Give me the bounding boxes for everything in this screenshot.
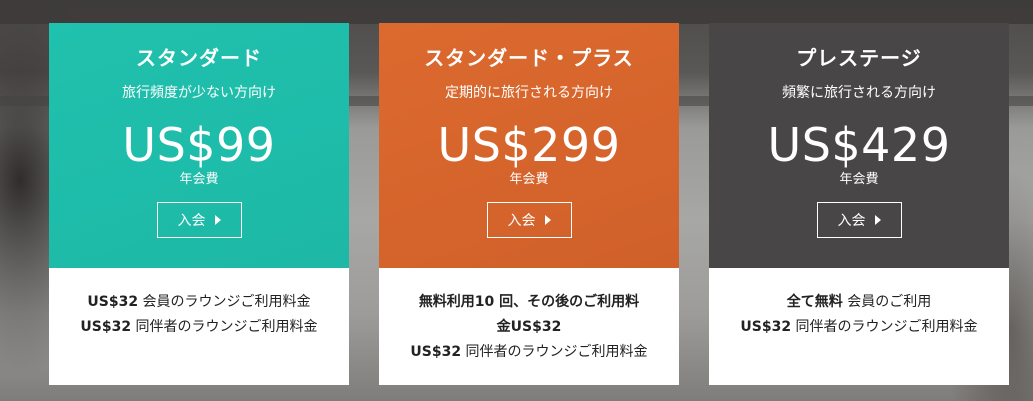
- benefit-line: 全て無料 会員のご利用: [787, 290, 931, 315]
- plan-title: プレステージ: [796, 46, 922, 70]
- plan-price: US$429: [767, 118, 951, 172]
- caret-right-icon: [874, 215, 881, 225]
- plan-card-standard-plus: スタンダード・プラス 定期的に旅行される方向け US$299 年会費 入会 無料…: [379, 23, 679, 385]
- plan-title: スタンダード・プラス: [424, 46, 634, 70]
- caret-right-icon: [214, 215, 221, 225]
- plan-benefits: 全て無料 会員のご利用 US$32 同伴者のラウンジご利用料金: [709, 268, 1009, 385]
- benefit-text: 会員のご利用: [842, 294, 932, 310]
- join-button[interactable]: 入会: [486, 202, 572, 238]
- benefit-text: 同伴者のラウンジご利用料金: [131, 319, 318, 335]
- plan-title: スタンダード: [136, 46, 262, 70]
- benefit-emphasis: US$32: [80, 319, 132, 335]
- plan-header: プレステージ 頻繁に旅行される方向け US$429 年会費 入会: [709, 23, 1009, 268]
- plan-subtitle: 旅行頻度が少ない方向け: [122, 85, 276, 101]
- plan-card-prestige: プレステージ 頻繁に旅行される方向け US$429 年会費 入会 全て無料 会員…: [709, 23, 1009, 385]
- benefit-text: 同伴者のラウンジご利用料金: [461, 344, 648, 360]
- benefit-emphasis: US$32: [410, 344, 462, 360]
- benefit-emphasis: 無料利用10 回、その後のご利用料: [418, 294, 640, 310]
- plan-price: US$299: [437, 118, 621, 172]
- plan-header: スタンダード 旅行頻度が少ない方向け US$99 年会費 入会: [49, 23, 349, 268]
- plan-benefits: US$32 会員のラウンジご利用料金 US$32 同伴者のラウンジご利用料金: [49, 268, 349, 385]
- benefit-emphasis: 金US$32: [496, 319, 562, 335]
- benefit-emphasis: US$32: [740, 319, 792, 335]
- plan-header: スタンダード・プラス 定期的に旅行される方向け US$299 年会費 入会: [379, 23, 679, 268]
- plan-subtitle: 定期的に旅行される方向け: [445, 85, 613, 101]
- plan-fee-label: 年会費: [839, 172, 879, 187]
- benefit-line: US$32 同伴者のラウンジご利用料金: [740, 315, 977, 340]
- join-button[interactable]: 入会: [156, 202, 242, 238]
- membership-plans: スタンダード 旅行頻度が少ない方向け US$99 年会費 入会 US$32 会員…: [0, 0, 1033, 401]
- benefit-text: 同伴者のラウンジご利用料金: [791, 319, 978, 335]
- join-button-label: 入会: [177, 213, 206, 229]
- benefit-line: US$32 同伴者のラウンジご利用料金: [80, 315, 317, 340]
- benefit-line: 金US$32: [497, 315, 562, 340]
- plan-fee-label: 年会費: [179, 172, 219, 187]
- benefit-emphasis: US$32: [87, 294, 139, 310]
- join-button-label: 入会: [837, 213, 866, 229]
- benefit-line: US$32 同伴者のラウンジご利用料金: [410, 340, 647, 365]
- plan-card-standard: スタンダード 旅行頻度が少ない方向け US$99 年会費 入会 US$32 会員…: [49, 23, 349, 385]
- caret-right-icon: [544, 215, 551, 225]
- join-button[interactable]: 入会: [816, 202, 902, 238]
- plan-price: US$99: [122, 118, 276, 172]
- join-button-label: 入会: [507, 213, 536, 229]
- plan-benefits: 無料利用10 回、その後のご利用料 金US$32 US$32 同伴者のラウンジご…: [379, 268, 679, 385]
- plan-fee-label: 年会費: [509, 172, 549, 187]
- plan-subtitle: 頻繁に旅行される方向け: [782, 85, 936, 101]
- benefit-text: 会員のラウンジご利用料金: [138, 294, 311, 310]
- benefit-line: 無料利用10 回、その後のご利用料: [419, 290, 639, 315]
- benefit-emphasis: 全て無料: [786, 294, 843, 310]
- benefit-line: US$32 会員のラウンジご利用料金: [87, 290, 310, 315]
